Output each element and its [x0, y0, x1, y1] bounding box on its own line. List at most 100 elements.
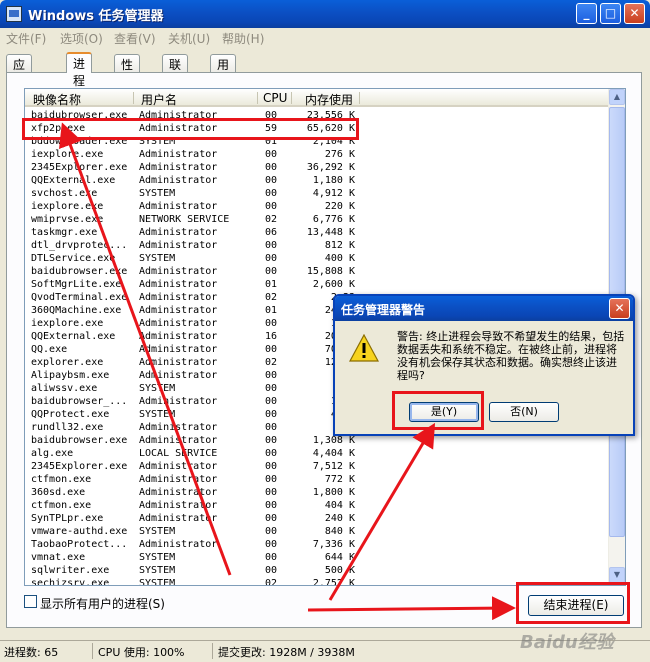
table-row[interactable]: alg.exe LOCAL SERVICE 00 4,404 K	[25, 447, 610, 460]
title-bar[interactable]: Windows 任务管理器 _ □ ✕	[0, 0, 650, 28]
tab-processes[interactable]: 进程	[66, 52, 93, 88]
no-button[interactable]: 否(N)	[489, 402, 559, 422]
highlight-xfp2p-row	[22, 118, 359, 140]
process-user-name: Administrator	[139, 149, 218, 160]
column-user-name[interactable]: 用户名	[141, 91, 177, 108]
process-image-name: Alipaybsm.exe	[31, 370, 110, 381]
process-cpu: 00	[265, 474, 278, 485]
table-row[interactable]: QQExternal.exe Administrator 00 1,180 K	[25, 174, 610, 187]
table-row[interactable]: ctfmon.exe Administrator 00 772 K	[25, 473, 610, 486]
process-image-name: taskmgr.exe	[31, 227, 98, 238]
process-user-name: Administrator	[139, 539, 218, 550]
process-image-name: vmware-authd.exe	[31, 526, 128, 537]
menu-view[interactable]: 查看(V)	[114, 30, 156, 47]
scroll-up-button[interactable]: ▲	[609, 89, 625, 105]
table-row[interactable]: 360sd.exe Administrator 00 1,800 K	[25, 486, 610, 499]
table-row[interactable]: SynTPLpr.exe Administrator 00 240 K	[25, 512, 610, 525]
process-user-name: SYSTEM	[139, 409, 176, 420]
tab-applications[interactable]: 应用程序	[6, 54, 33, 123]
show-all-users-label[interactable]: 显示所有用户的进程(S)	[40, 595, 165, 612]
process-user-name: SYSTEM	[139, 565, 176, 576]
process-cpu: 00	[265, 318, 278, 329]
table-row[interactable]: 2345Explorer.exe Administrator 00 36,292 K	[25, 161, 610, 174]
process-cpu: 00	[265, 500, 278, 511]
column-divider[interactable]	[133, 92, 134, 104]
table-row[interactable]: iexplore.exe Administrator 00 276 K	[25, 148, 610, 161]
table-row[interactable]: dtl_drvprotec... Administrator 00 812 K	[25, 239, 610, 252]
process-image-name: baidubrowser.exe	[31, 266, 128, 277]
table-row[interactable]: baidubrowser.exe Administrator 00 15,808 K	[25, 265, 610, 278]
process-cpu: 02	[265, 292, 278, 303]
process-memory: 1,180 K	[312, 175, 355, 186]
process-image-name: DTLService.exe	[31, 253, 116, 264]
process-cpu: 00	[265, 370, 278, 381]
menu-shutdown[interactable]: 关机(U)	[168, 30, 210, 47]
process-image-name: SoftMgrLite.exe	[31, 279, 122, 290]
dialog-message: 警告: 终止进程会导致不希望发生的结果，包括数据丢失和系统不稳定。在被终止前，进…	[397, 330, 625, 382]
status-cpu-usage: CPU 使用: 100%	[98, 646, 185, 659]
process-memory: 6,776 K	[312, 214, 355, 225]
process-cpu: 01	[265, 305, 278, 316]
column-divider[interactable]	[359, 92, 360, 104]
window-title: Windows 任务管理器	[28, 9, 164, 24]
menu-file[interactable]: 文件(F)	[6, 30, 46, 47]
task-manager-icon	[6, 6, 22, 22]
process-cpu: 00	[265, 565, 278, 576]
table-row[interactable]: 2345Explorer.exe Administrator 00 7,512 K	[25, 460, 610, 473]
process-image-name: wmiprvse.exe	[31, 214, 104, 225]
column-image-name[interactable]: 映像名称	[33, 91, 81, 108]
process-image-name: QQExternal.exe	[31, 175, 116, 186]
tab-performance[interactable]: 性能	[114, 54, 141, 89]
scroll-down-button[interactable]: ▼	[609, 567, 625, 583]
process-user-name: Administrator	[139, 500, 218, 511]
table-row[interactable]: vmware-authd.exe SYSTEM 00 840 K	[25, 525, 610, 538]
process-memory: 812 K	[324, 240, 355, 251]
table-row[interactable]: taskmgr.exe Administrator 06 13,448 K	[25, 226, 610, 239]
close-button[interactable]: ✕	[624, 3, 645, 24]
process-memory: 644 K	[324, 552, 355, 563]
process-image-name: rundll32.exe	[31, 422, 104, 433]
table-row[interactable]: iexplore.exe Administrator 00 220 K	[25, 200, 610, 213]
minimize-button[interactable]: _	[576, 3, 597, 24]
column-divider[interactable]	[257, 92, 258, 104]
tab-users[interactable]: 用户	[210, 54, 237, 89]
process-cpu: 06	[265, 227, 278, 238]
menu-options[interactable]: 选项(O)	[60, 30, 103, 47]
process-cpu: 00	[265, 201, 278, 212]
table-row[interactable]: svchost.exe SYSTEM 00 4,912 K	[25, 187, 610, 200]
process-memory: 772 K	[324, 474, 355, 485]
process-cpu: 00	[265, 539, 278, 550]
table-row[interactable]: TaobaoProtect... Administrator 00 7,336 K	[25, 538, 610, 551]
process-cpu: 00	[265, 266, 278, 277]
process-user-name: Administrator	[139, 162, 218, 173]
maximize-button[interactable]: □	[600, 3, 621, 24]
table-row[interactable]: wmiprvse.exe NETWORK SERVICE 02 6,776 K	[25, 213, 610, 226]
menu-help[interactable]: 帮助(H)	[222, 30, 264, 47]
process-user-name: LOCAL SERVICE	[139, 448, 218, 459]
dialog-title-bar[interactable]: 任务管理器警告 ✕	[335, 296, 633, 321]
table-row[interactable]: ctfmon.exe Administrator 00 404 K	[25, 499, 610, 512]
process-image-name: 2345Explorer.exe	[31, 162, 128, 173]
column-divider[interactable]	[291, 92, 292, 104]
table-row[interactable]: vmnat.exe SYSTEM 00 644 K	[25, 551, 610, 564]
tab-networking[interactable]: 联网	[162, 54, 189, 89]
process-user-name: Administrator	[139, 474, 218, 485]
table-row[interactable]: DTLService.exe SYSTEM 00 400 K	[25, 252, 610, 265]
process-user-name: Administrator	[139, 331, 218, 342]
process-cpu: 00	[265, 383, 278, 394]
process-user-name: SYSTEM	[139, 526, 176, 537]
status-process-count: 进程数: 65	[4, 646, 59, 659]
process-user-name: Administrator	[139, 487, 218, 498]
process-cpu: 02	[265, 578, 278, 586]
process-memory: 400 K	[324, 253, 355, 264]
column-memory[interactable]: 内存使用	[305, 91, 353, 108]
table-row[interactable]: SoftMgrLite.exe Administrator 01 2,600 K	[25, 278, 610, 291]
column-cpu[interactable]: CPU	[263, 91, 287, 105]
show-all-users-checkbox[interactable]	[24, 595, 37, 608]
process-cpu: 00	[265, 435, 278, 446]
dialog-close-button[interactable]: ✕	[609, 298, 630, 319]
process-memory: 36,292 K	[306, 162, 355, 173]
table-row[interactable]: sqlwriter.exe SYSTEM 00 500 K	[25, 564, 610, 577]
process-image-name: ctfmon.exe	[31, 474, 92, 485]
warning-dialog: 任务管理器警告 ✕ 警告: 终止进程会导致不希望发生的结果，包括数据丢失和系统不…	[333, 294, 635, 436]
